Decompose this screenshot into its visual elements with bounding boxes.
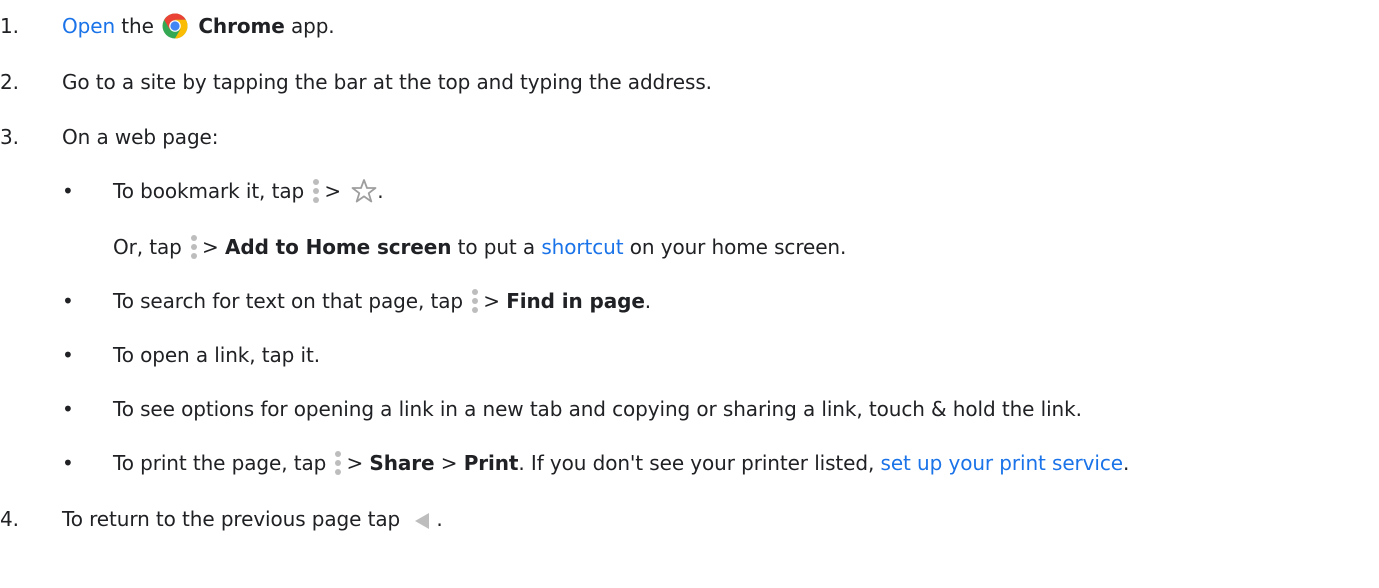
bullet-text: To bookmark it, tap [113, 179, 305, 203]
bullet-text: To see options for opening a link in a n… [113, 397, 1082, 421]
more-vert-icon [312, 178, 320, 204]
more-vert-icon [471, 288, 479, 314]
step-number: 3. [0, 125, 19, 149]
bullet-marker: • [62, 179, 74, 203]
share-label: Share [369, 451, 435, 475]
bullet-text: Or, tap [113, 235, 182, 259]
bullet-text: To open a link, tap it. [113, 343, 320, 367]
step-text: the [121, 14, 154, 38]
back-triangle-icon [412, 510, 432, 530]
bullet-text: To search for text on that page, tap [113, 289, 463, 313]
print-label: Print [463, 451, 519, 475]
print-service-link[interactable]: set up your print service [881, 451, 1124, 475]
bullet-text: To print the page, tap [113, 451, 327, 475]
star-outline-icon [351, 178, 377, 204]
step-number: 1. [0, 14, 19, 38]
chrome-app-name: Chrome [198, 14, 285, 38]
add-to-home-screen-label: Add to Home screen [224, 235, 452, 259]
chrome-logo-icon [162, 13, 188, 39]
step-number: 4. [0, 507, 19, 531]
step-text: Go to a site by tapping the bar at the t… [62, 70, 712, 94]
step-text-tail: app. [290, 14, 335, 38]
more-vert-icon [190, 234, 198, 260]
bullet-marker: • [62, 289, 74, 313]
step-text: To return to the previous page tap [62, 507, 401, 531]
open-link[interactable]: Open [62, 14, 115, 38]
bullet-marker: • [62, 397, 74, 421]
step-number: 2. [0, 70, 19, 94]
more-vert-icon [334, 450, 342, 476]
bullet-marker: • [62, 343, 74, 367]
find-in-page-label: Find in page [506, 289, 645, 313]
step-text: On a web page: [62, 125, 219, 149]
bullet-marker: • [62, 451, 74, 475]
shortcut-link[interactable]: shortcut [541, 235, 623, 259]
